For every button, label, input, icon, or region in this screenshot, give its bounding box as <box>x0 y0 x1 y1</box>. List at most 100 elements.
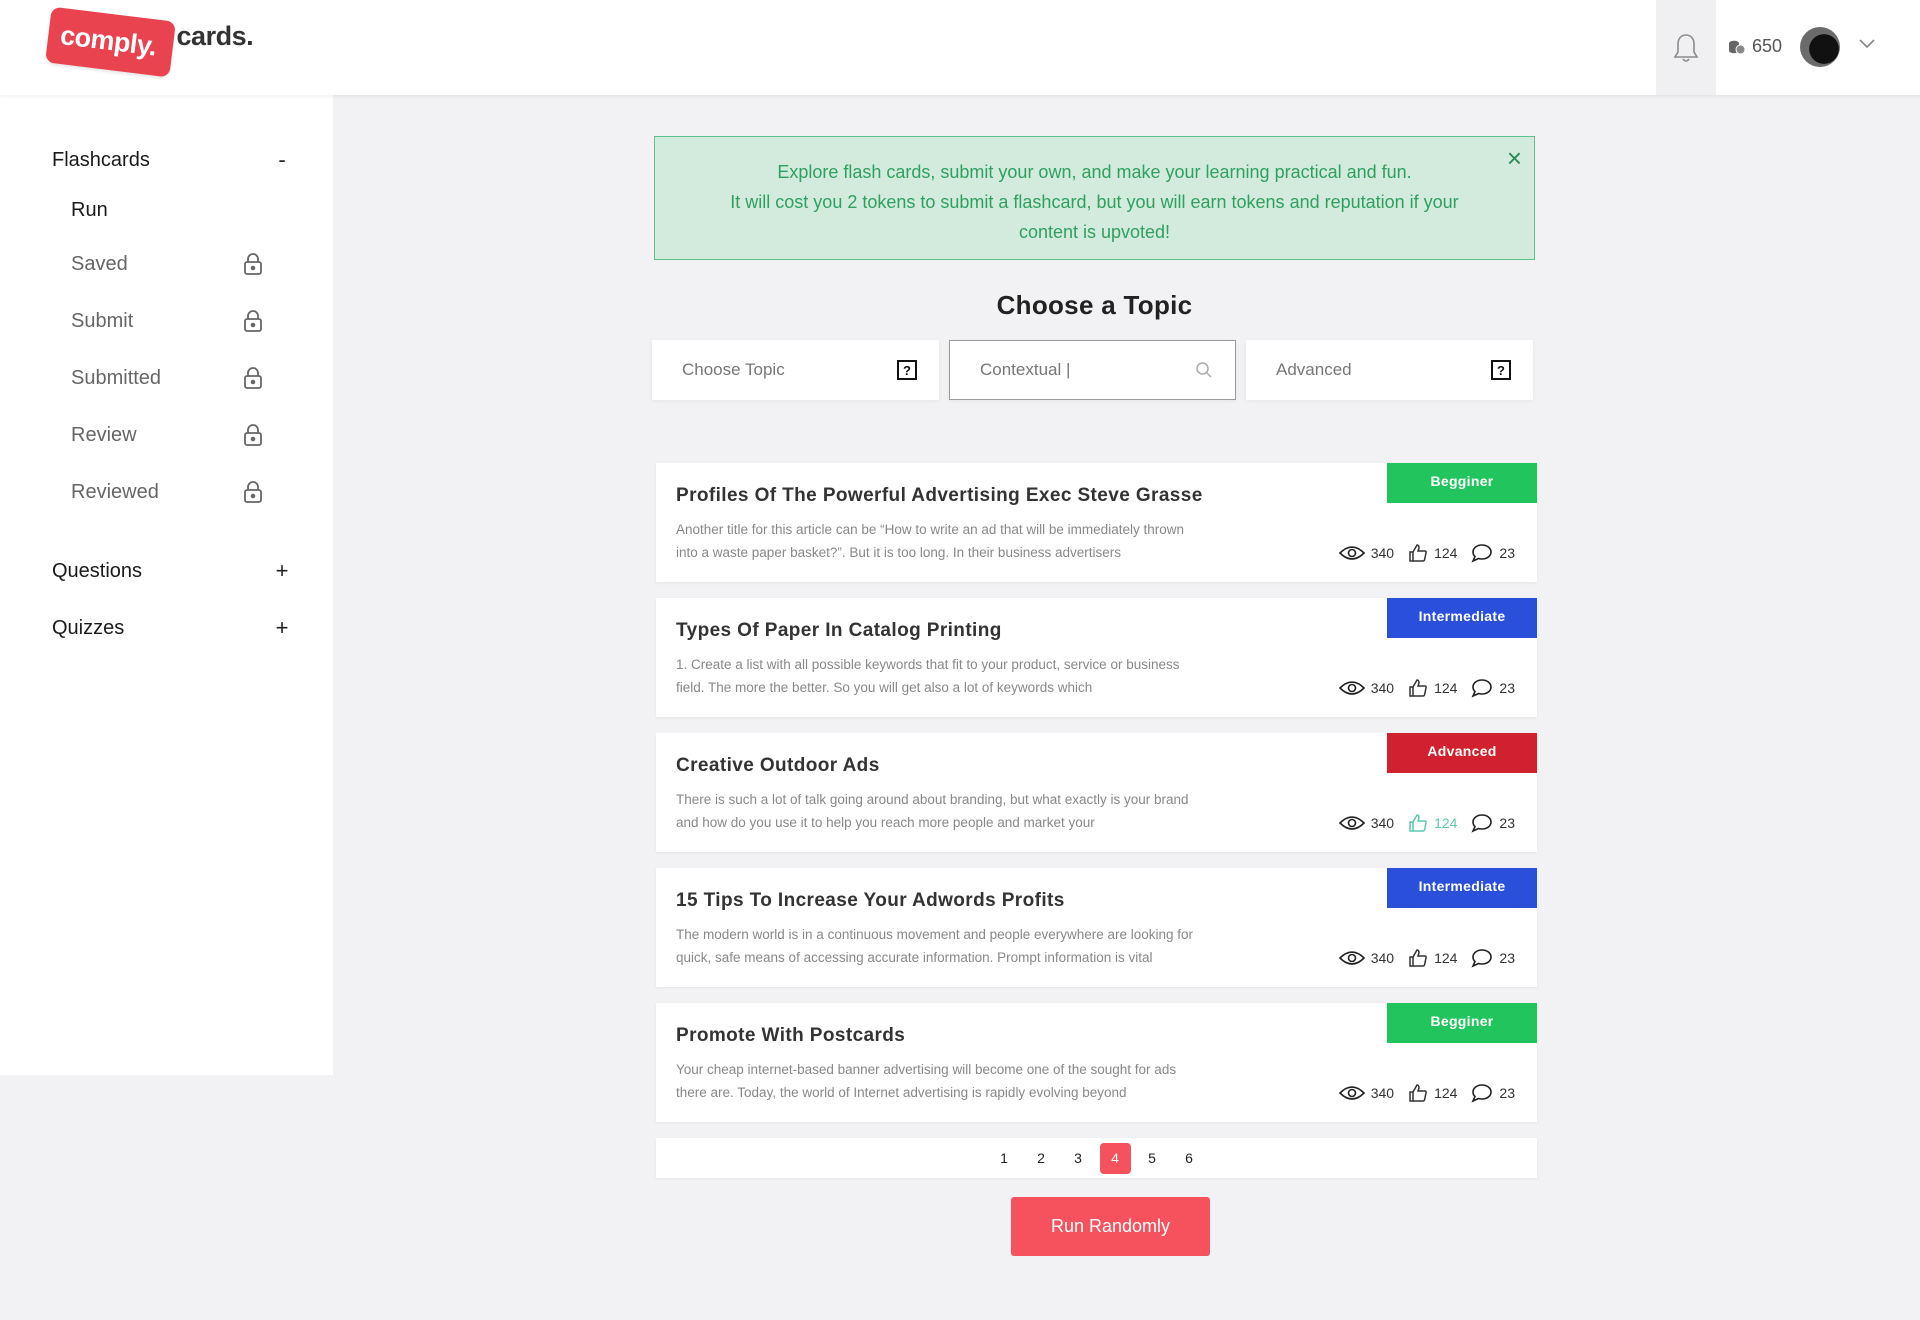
page-3[interactable]: 3 <box>1063 1143 1094 1174</box>
comments-count: 23 <box>1499 950 1515 966</box>
flashcard-description: Your cheap internet-based banner adverti… <box>676 1062 1177 1100</box>
comments-count: 23 <box>1499 545 1515 561</box>
flashcard-description: There is such a lot of talk going around… <box>676 792 1189 830</box>
sidebar-item-saved[interactable]: Saved <box>71 252 263 276</box>
flashcard-stats: 340 124 23 <box>1338 948 1515 968</box>
sidebar: Flashcards - Run Saved Submit Submitted … <box>0 95 333 1075</box>
avatar[interactable] <box>1800 27 1840 67</box>
choose-topic-dropdown[interactable]: Choose Topic ? <box>652 340 939 400</box>
logo[interactable]: comply. cards. <box>45 6 254 78</box>
flashcard[interactable]: Profiles Of The Powerful Advertising Exe… <box>656 463 1537 582</box>
thumbs-up-icon <box>1409 949 1427 967</box>
flashcard[interactable]: Creative Outdoor Ads There is such a lot… <box>656 733 1537 852</box>
flashcard[interactable]: 15 Tips To Increase Your Adwords Profits… <box>656 868 1537 987</box>
views-count: 340 <box>1370 545 1395 561</box>
eye-icon <box>1338 1086 1365 1100</box>
bell-icon <box>1673 33 1699 62</box>
views-count: 340 <box>1370 1085 1395 1101</box>
sidebar-item-submitted[interactable]: Submitted <box>71 366 263 390</box>
comments-count: 23 <box>1499 815 1515 831</box>
sidebar-item-label: Review <box>71 423 137 446</box>
logo-badge: comply. <box>45 6 176 78</box>
flashcard-stats: 340 124 23 <box>1338 813 1515 833</box>
sidebar-item-label: Submit <box>71 309 134 332</box>
thumbs-up-icon <box>1409 1084 1427 1102</box>
thumbs-up-icon <box>1409 814 1427 832</box>
chevron-down-icon[interactable] <box>1858 38 1876 50</box>
pagination: 123456 <box>656 1138 1537 1178</box>
run-randomly-button[interactable]: Run Randomly <box>1011 1197 1210 1256</box>
eye-icon <box>1338 951 1365 965</box>
flashcard-title: Promote With Postcards <box>676 1025 906 1046</box>
coins-icon <box>1729 40 1746 54</box>
likes-count: 124 <box>1434 545 1458 561</box>
level-badge: Intermediate <box>1387 868 1537 908</box>
page-2[interactable]: 2 <box>1026 1143 1057 1174</box>
page-1[interactable]: 1 <box>989 1143 1020 1174</box>
flashcard-stats: 340 124 23 <box>1338 678 1515 698</box>
info-alert: Explore flash cards, submit your own, an… <box>654 136 1535 260</box>
comment-icon <box>1471 544 1493 563</box>
sidebar-item-label: Reviewed <box>71 480 159 503</box>
expand-toggle[interactable]: + <box>272 558 292 584</box>
views-count: 340 <box>1370 950 1395 966</box>
sidebar-item-submit[interactable]: Submit <box>71 309 263 333</box>
sidebar-section-flashcards[interactable]: Flashcards - <box>52 147 292 173</box>
comment-icon <box>1471 679 1493 698</box>
sidebar-item-review[interactable]: Review <box>71 423 263 447</box>
level-badge: Intermediate <box>1387 598 1537 638</box>
likes-stat[interactable]: 124 <box>1408 1083 1457 1103</box>
comments-stat[interactable]: 23 <box>1471 543 1515 563</box>
advanced-filter-dropdown[interactable]: Advanced ? <box>1246 340 1533 400</box>
comment-icon <box>1471 949 1493 968</box>
sidebar-item-label: Run <box>71 199 108 221</box>
likes-count: 124 <box>1434 950 1458 966</box>
sidebar-section-label: Questions <box>52 559 143 582</box>
eye-icon <box>1338 681 1365 695</box>
sidebar-section-label: Quizzes <box>52 616 125 639</box>
flashcard-description: Another title for this article can be “H… <box>676 522 1184 560</box>
likes-stat[interactable]: 124 <box>1408 948 1457 968</box>
comments-stat[interactable]: 23 <box>1471 948 1515 968</box>
page-5[interactable]: 5 <box>1137 1143 1168 1174</box>
flashcard[interactable]: Types Of Paper In Catalog Printing 1. Cr… <box>656 598 1537 717</box>
views-count: 340 <box>1370 815 1395 831</box>
token-count: 650 <box>1752 36 1783 56</box>
sidebar-item-label: Saved <box>71 252 128 275</box>
expand-toggle[interactable]: + <box>272 615 292 641</box>
eye-icon <box>1338 816 1365 830</box>
lock-icon <box>244 481 262 503</box>
flashcard[interactable]: Promote With Postcards Your cheap intern… <box>656 1003 1537 1122</box>
search-input[interactable]: Contextual | <box>949 340 1236 400</box>
collapse-toggle[interactable]: - <box>272 147 292 173</box>
comments-stat[interactable]: 23 <box>1471 1083 1515 1103</box>
flashcard-description: 1. Create a list with all possible keywo… <box>676 657 1180 695</box>
sidebar-section-label: Flashcards <box>52 148 150 171</box>
notifications-button[interactable] <box>1656 0 1716 95</box>
comments-stat[interactable]: 23 <box>1471 813 1515 833</box>
close-icon[interactable]: × <box>1507 145 1522 171</box>
sidebar-item-reviewed[interactable]: Reviewed <box>71 480 263 504</box>
likes-stat[interactable]: 124 <box>1408 813 1457 833</box>
choose-topic-label: Choose Topic <box>682 360 785 379</box>
comments-count: 23 <box>1499 1085 1515 1101</box>
views-stat: 340 <box>1338 1085 1395 1101</box>
sidebar-section-quizzes[interactable]: Quizzes + <box>52 615 292 641</box>
sidebar-item-label: Submitted <box>71 366 162 389</box>
likes-stat[interactable]: 124 <box>1408 543 1457 563</box>
page-4[interactable]: 4 <box>1099 1142 1131 1174</box>
help-icon[interactable]: ? <box>1491 360 1511 380</box>
help-icon[interactable]: ? <box>897 360 917 380</box>
likes-stat[interactable]: 124 <box>1408 678 1457 698</box>
sidebar-item-run[interactable]: Run <box>71 199 263 222</box>
sidebar-section-questions[interactable]: Questions + <box>52 558 292 584</box>
level-badge: Begginer <box>1387 463 1537 503</box>
comments-stat[interactable]: 23 <box>1471 678 1515 698</box>
page-6[interactable]: 6 <box>1174 1143 1205 1174</box>
views-stat: 340 <box>1338 950 1395 966</box>
views-stat: 340 <box>1338 680 1394 696</box>
comment-icon <box>1471 814 1493 833</box>
flashcard-stats: 340 124 23 <box>1338 543 1515 563</box>
likes-count: 124 <box>1434 680 1458 696</box>
eye-icon <box>1338 546 1365 560</box>
